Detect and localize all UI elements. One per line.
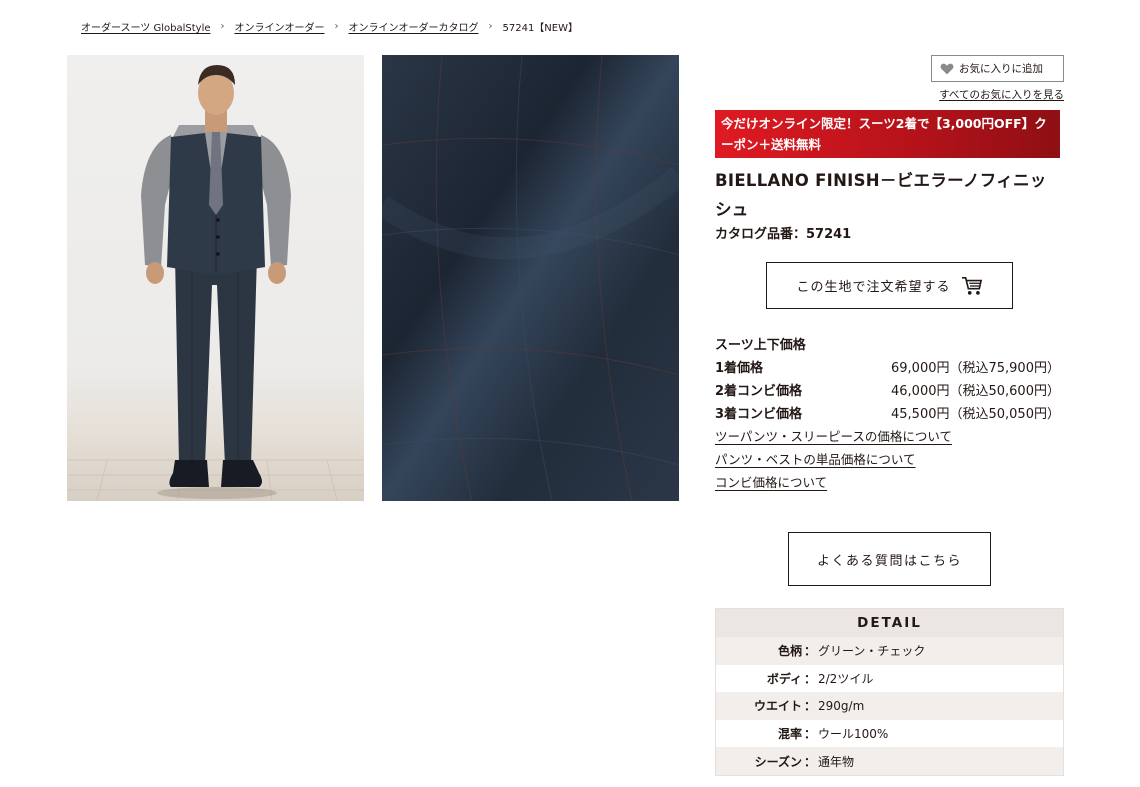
detail-colon: ： (804, 754, 817, 769)
fabric-texture (382, 55, 679, 501)
view-all-favorites-link[interactable]: すべてのお気に入りを見る (939, 87, 1064, 102)
detail-key: 混率 (777, 727, 802, 742)
breadcrumb-separator: › (488, 21, 493, 32)
faq-button[interactable]: よくある質問はこちら (788, 532, 991, 586)
detail-value: 290g/m (818, 698, 865, 713)
cart-icon (961, 276, 982, 295)
detail-colon: ： (804, 644, 817, 659)
detail-row-season: シーズン ： 通年物 (716, 747, 1063, 775)
price-value: 46,000円（税込50,600円） (891, 384, 1060, 399)
promo-banner[interactable]: 今だけオンライン限定！スーツ2着で【3,000円OFF】クーポン＋送料無料 (715, 110, 1060, 158)
two-pants-three-piece-price-link[interactable]: ツーパンツ・スリーピースの価格について (715, 426, 952, 445)
detail-colon: ： (804, 699, 817, 714)
add-favorite-label: お気に入りに追加 (959, 63, 1043, 75)
breadcrumb-link-top[interactable]: オーダースーツ GlobalStyle (81, 19, 211, 34)
price-value: 69,000円（税込75,900円） (891, 361, 1060, 376)
detail-colon: ： (804, 671, 817, 686)
detail-row-composition: 混率 ： ウール100% (716, 720, 1063, 748)
price-heading: スーツ上下価格 (715, 338, 806, 353)
detail-row-pattern: 色柄 ： グリーン・チェック (716, 637, 1063, 665)
price-row: 2着コンビ価格 46,000円（税込50,600円） (715, 380, 1060, 399)
single-item-price-link[interactable]: パンツ・ベストの単品価格について (715, 449, 916, 468)
detail-value: グリーン・チェック (818, 644, 926, 659)
detail-row-body: ボディ ： 2/2ツイル (716, 665, 1063, 693)
catalog-number: カタログ品番：57241 (715, 227, 852, 242)
detail-value: 通年物 (818, 754, 855, 769)
order-fabric-button[interactable]: この生地で注文希望する (766, 262, 1013, 309)
detail-table: DETAIL 色柄 ： グリーン・チェック ボディ ： 2/2ツイル ウエイト … (715, 608, 1064, 776)
breadcrumb-current: 57241【NEW】 (502, 23, 579, 34)
breadcrumb: オーダースーツ GlobalStyle › オンラインオーダー › オンラインオ… (81, 19, 578, 34)
detail-colon: ： (804, 727, 817, 742)
fabric-photo[interactable] (382, 55, 679, 501)
price-value: 45,500円（税込50,050円） (891, 407, 1060, 422)
price-row: 1着価格 69,000円（税込75,900円） (715, 357, 1060, 376)
price-row: 3着コンビ価格 45,500円（税込50,050円） (715, 403, 1060, 422)
detail-key: ウエイト (753, 699, 802, 714)
heart-icon (940, 63, 954, 74)
model-photo[interactable] (67, 55, 364, 501)
detail-key: 色柄 (777, 644, 802, 659)
order-fabric-label: この生地で注文希望する (796, 280, 951, 295)
price-label: 1着価格 (715, 361, 764, 376)
price-label: 2着コンビ価格 (715, 384, 803, 399)
detail-key: ボディ (766, 671, 802, 686)
promo-text: 今だけオンライン限定！スーツ2着で【3,000円OFF】クーポン＋送料無料 (721, 116, 1047, 152)
price-label: 3着コンビ価格 (715, 407, 803, 422)
breadcrumb-separator: › (220, 21, 225, 32)
combi-price-link[interactable]: コンビ価格について (715, 472, 827, 491)
detail-value: 2/2ツイル (818, 671, 874, 686)
faq-label: よくある質問はこちら (816, 553, 962, 569)
breadcrumb-link-online-order[interactable]: オンラインオーダー (235, 19, 325, 34)
breadcrumb-link-catalog[interactable]: オンラインオーダーカタログ (349, 19, 479, 34)
detail-row-weight: ウエイト ： 290g/m (716, 692, 1063, 720)
detail-value: ウール100% (818, 727, 889, 742)
detail-key: シーズン (754, 754, 802, 769)
detail-rows: 色柄 ： グリーン・チェック ボディ ： 2/2ツイル ウエイト ： 290g/… (716, 637, 1063, 775)
add-favorite-button[interactable]: お気に入りに追加 (931, 55, 1064, 82)
product-title: BIELLANO FINISH－ビエラーノフィニッシュ (715, 171, 1047, 219)
breadcrumb-separator: › (334, 21, 339, 32)
model-illustration (67, 65, 364, 501)
detail-heading: DETAIL (716, 609, 1063, 637)
